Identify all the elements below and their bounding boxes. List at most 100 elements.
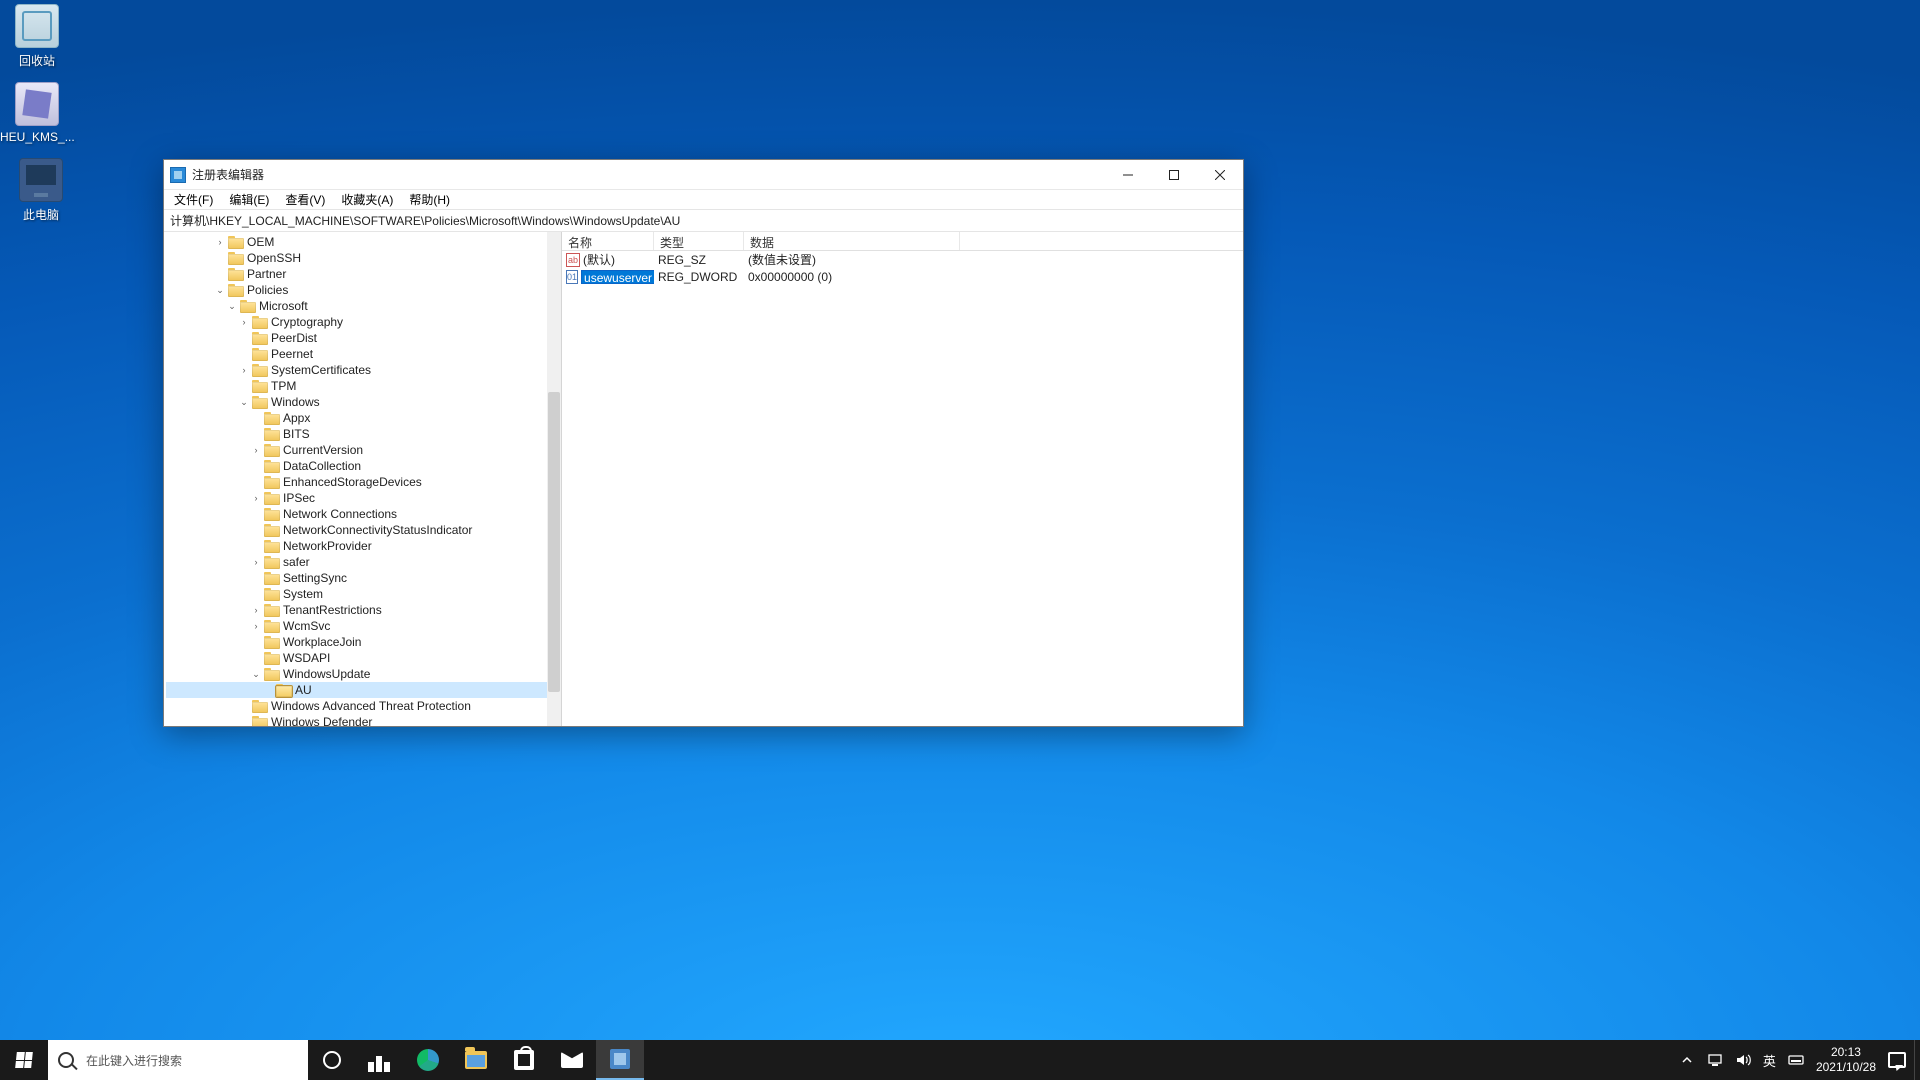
tree-node[interactable]: ›WcmSvc <box>166 618 547 634</box>
dword-value-icon: 01 <box>566 270 578 284</box>
tree-node[interactable]: ·NetworkProvider <box>166 538 547 554</box>
store-icon <box>514 1050 534 1070</box>
chevron-right-icon[interactable]: › <box>250 492 262 504</box>
start-button[interactable] <box>0 1040 48 1080</box>
expander-spacer: · <box>250 460 262 472</box>
chevron-right-icon[interactable]: › <box>250 604 262 616</box>
tree-node[interactable]: ›IPSec <box>166 490 547 506</box>
tree-node[interactable]: ·OpenSSH <box>166 250 547 266</box>
chevron-down-icon[interactable]: ⌄ <box>226 300 238 312</box>
taskbar-app-explorer[interactable] <box>452 1040 500 1080</box>
chevron-right-icon[interactable]: › <box>238 364 250 376</box>
tree-node[interactable]: ⌄Policies <box>166 282 547 298</box>
list-body[interactable]: ab(默认)REG_SZ(数值未设置)01usewuserverREG_DWOR… <box>562 251 1243 726</box>
tree-node[interactable]: ·Partner <box>166 266 547 282</box>
menu-item[interactable]: 查看(V) <box>279 189 331 210</box>
expander-spacer: · <box>250 428 262 440</box>
value-row[interactable]: ab(默认)REG_SZ(数值未设置) <box>562 251 1243 268</box>
action-center-button[interactable] <box>1888 1052 1906 1068</box>
tree-node[interactable]: ⌄WindowsUpdate <box>166 666 547 682</box>
tree-node[interactable]: ·Peernet <box>166 346 547 362</box>
tree-node[interactable]: ·DataCollection <box>166 458 547 474</box>
tree-node[interactable]: ›OEM <box>166 234 547 250</box>
chevron-right-icon[interactable]: › <box>238 316 250 328</box>
folder-icon <box>264 412 280 425</box>
volume-icon[interactable] <box>1735 1052 1751 1068</box>
tree-node[interactable]: ·Network Connections <box>166 506 547 522</box>
tree-node[interactable]: ·WSDAPI <box>166 650 547 666</box>
tray-overflow-button[interactable] <box>1679 1052 1695 1068</box>
column-header[interactable]: 数据 <box>744 232 960 250</box>
menu-item[interactable]: 文件(F) <box>168 189 219 210</box>
folder-icon <box>252 348 268 361</box>
tree-node-label: NetworkConnectivityStatusIndicator <box>283 523 472 537</box>
taskbar-app-regedit[interactable] <box>596 1040 644 1080</box>
tree-node[interactable]: ·TPM <box>166 378 547 394</box>
tree-scrollbar-thumb[interactable] <box>548 392 560 692</box>
tree-node[interactable]: ·PeerDist <box>166 330 547 346</box>
tree-node[interactable]: ·Appx <box>166 410 547 426</box>
tree-node[interactable]: ·WorkplaceJoin <box>166 634 547 650</box>
value-name-edit[interactable]: usewuserver <box>581 270 654 284</box>
tree-node[interactable]: ›safer <box>166 554 547 570</box>
cortana-button[interactable] <box>308 1040 356 1080</box>
tree-node[interactable]: ›SystemCertificates <box>166 362 547 378</box>
list-header[interactable]: 名称类型数据 <box>562 232 1243 251</box>
chevron-down-icon[interactable]: ⌄ <box>250 668 262 680</box>
registry-tree[interactable]: ›OEM·OpenSSH·Partner⌄Policies⌄Microsoft›… <box>164 232 547 726</box>
tree-node[interactable]: ·SettingSync <box>166 570 547 586</box>
folder-icon <box>228 252 244 265</box>
tree-node[interactable]: ·Windows Defender <box>166 714 547 726</box>
minimize-button[interactable] <box>1105 160 1151 189</box>
menu-item[interactable]: 编辑(E) <box>223 189 275 210</box>
tree-node-label: Microsoft <box>259 299 308 313</box>
ime-indicator[interactable]: 英 <box>1763 1052 1776 1068</box>
chevron-down-icon[interactable]: ⌄ <box>238 396 250 408</box>
tree-node[interactable]: ·System <box>166 586 547 602</box>
chevron-right-icon[interactable]: › <box>250 556 262 568</box>
address-bar[interactable]: 计算机\HKEY_LOCAL_MACHINE\SOFTWARE\Policies… <box>164 210 1243 232</box>
tree-node[interactable]: ⌄Windows <box>166 394 547 410</box>
tree-node[interactable]: ⌄ Microsoft <box>166 298 547 314</box>
tree-node[interactable]: ·EnhancedStorageDevices <box>166 474 547 490</box>
desktop-icon-this-pc[interactable]: 此电脑 <box>4 158 78 223</box>
chevron-right-icon[interactable]: › <box>214 236 226 248</box>
menu-item[interactable]: 帮助(H) <box>403 189 456 210</box>
show-desktop-button[interactable] <box>1914 1040 1920 1080</box>
taskbar-app-store[interactable] <box>500 1040 548 1080</box>
desktop-icon-recycle-bin[interactable]: 回收站 <box>0 4 74 69</box>
expander-spacer: · <box>238 716 250 726</box>
network-icon[interactable] <box>1707 1052 1723 1068</box>
value-row[interactable]: 01usewuserverREG_DWORD0x00000000 (0) <box>562 268 1243 285</box>
tree-node[interactable]: ·Windows Advanced Threat Protection <box>166 698 547 714</box>
titlebar[interactable]: 注册表编辑器 <box>164 160 1243 190</box>
tree-node-label: OpenSSH <box>247 251 301 265</box>
tray-clock[interactable]: 20:13 2021/10/28 <box>1816 1045 1876 1075</box>
expander-spacer: · <box>250 588 262 600</box>
tree-node[interactable]: ·AU <box>166 682 547 698</box>
tree-node[interactable]: ›Cryptography <box>166 314 547 330</box>
chevron-right-icon[interactable]: › <box>250 620 262 632</box>
taskbar-app-edge[interactable] <box>404 1040 452 1080</box>
value-data: (数值未设置) <box>744 251 960 268</box>
chevron-right-icon[interactable]: › <box>250 444 262 456</box>
close-button[interactable] <box>1197 160 1243 189</box>
taskbar-search[interactable]: 在此键入进行搜索 <box>48 1040 308 1080</box>
tree-node[interactable]: ›TenantRestrictions <box>166 602 547 618</box>
column-header[interactable]: 类型 <box>654 232 744 250</box>
taskbar-app-mail[interactable] <box>548 1040 596 1080</box>
tree-node[interactable]: ·BITS <box>166 426 547 442</box>
tree-node[interactable]: ·NetworkConnectivityStatusIndicator <box>166 522 547 538</box>
desktop-icon-heu-kms[interactable]: HEU_KMS_... <box>0 82 74 144</box>
regedit-window: 注册表编辑器 文件(F)编辑(E)查看(V)收藏夹(A)帮助(H) 计算机\HK… <box>163 159 1244 727</box>
tree-scrollbar[interactable] <box>547 232 561 726</box>
ime-mode-icon[interactable] <box>1788 1052 1804 1068</box>
menu-item[interactable]: 收藏夹(A) <box>335 189 399 210</box>
column-header[interactable]: 名称 <box>562 232 654 250</box>
folder-icon <box>264 428 280 441</box>
chevron-down-icon[interactable]: ⌄ <box>214 284 226 296</box>
maximize-button[interactable] <box>1151 160 1197 189</box>
folder-icon <box>264 556 280 569</box>
task-view-button[interactable] <box>356 1040 404 1080</box>
tree-node[interactable]: ›CurrentVersion <box>166 442 547 458</box>
